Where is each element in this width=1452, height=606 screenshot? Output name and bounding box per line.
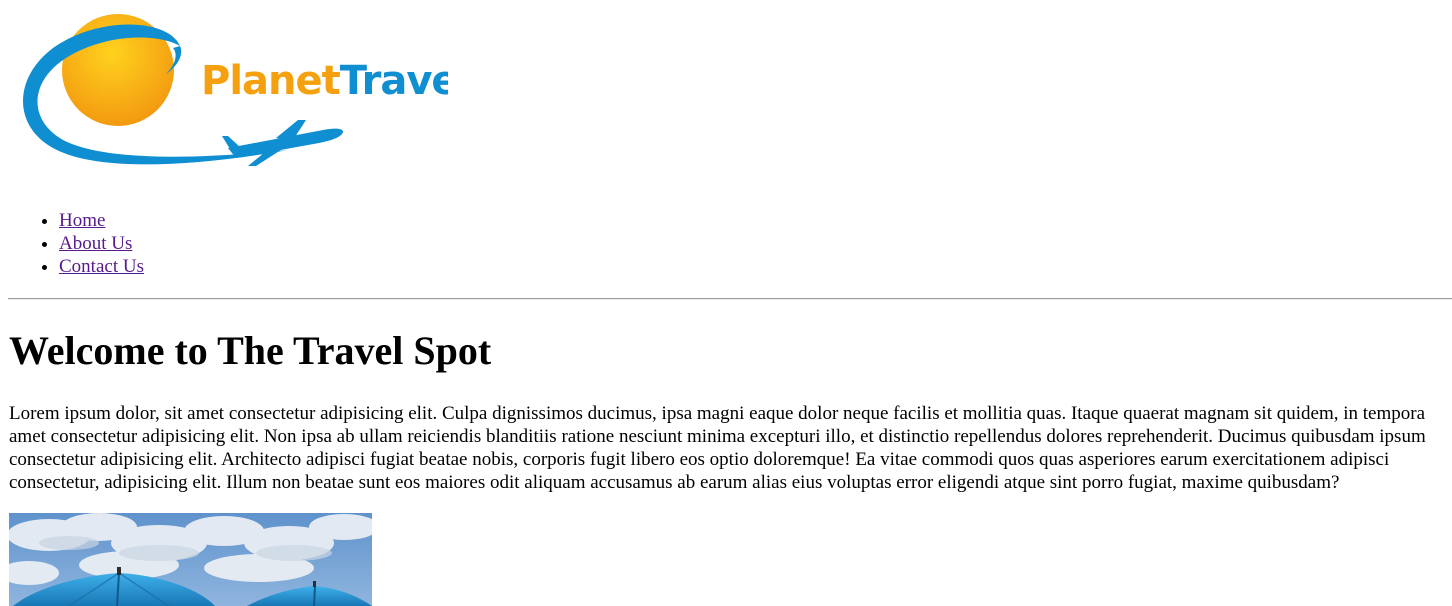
nav-item-home: Home <box>59 209 144 232</box>
nav-link-contact-us[interactable]: Contact Us <box>59 256 144 277</box>
main-navigation: Home About Us Contact Us <box>0 209 144 278</box>
logo-text-planet: Planet <box>201 58 341 104</box>
page: PlanetTravel Home About Us Contact Us We… <box>0 0 1452 606</box>
paragraph-line: consectetur adipisicing elit. Architecto… <box>9 449 1390 470</box>
svg-text:PlanetTravel: PlanetTravel <box>201 58 448 104</box>
planet-travel-logo[interactable]: PlanetTravel <box>8 8 448 173</box>
logo-graphic: PlanetTravel <box>23 14 448 166</box>
beach-umbrellas-photo <box>9 513 372 606</box>
logo-text-travel: Travel <box>340 58 448 104</box>
nav-link-home[interactable]: Home <box>59 210 105 231</box>
horizontal-divider <box>8 298 1452 300</box>
nav-item-about: About Us <box>59 232 144 255</box>
paragraph-line: amet consectetur adipisicing elit. Non i… <box>9 426 1426 447</box>
intro-paragraph: Lorem ipsum dolor, sit amet consectetur … <box>9 402 1452 494</box>
paragraph-line: Lorem ipsum dolor, sit amet consectetur … <box>9 403 1426 424</box>
photo-image <box>9 513 372 606</box>
page-title: Welcome to The Travel Spot <box>9 328 492 373</box>
nav-link-about-us[interactable]: About Us <box>59 233 132 254</box>
airplane-icon <box>222 120 344 166</box>
paragraph-line: consectetur, adipisicing elit. Illum non… <box>9 472 1340 493</box>
nav-item-contact: Contact Us <box>59 255 144 278</box>
